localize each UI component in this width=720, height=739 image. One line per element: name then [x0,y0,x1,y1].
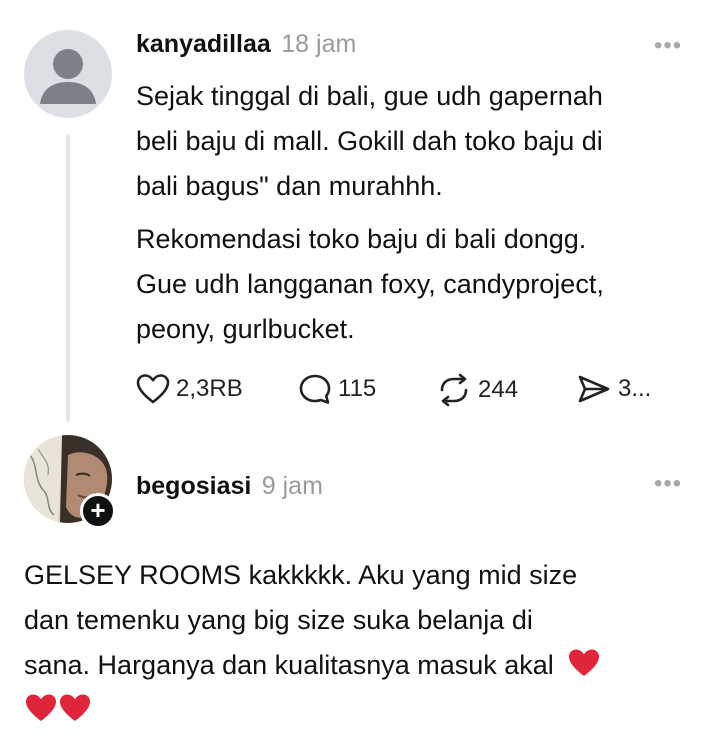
post-header: kanyadillaa 18 jam [136,30,356,59]
timestamp: 9 jam [261,472,323,500]
post-line: Gue udh langganan foxy, candyproject, [136,269,604,299]
default-avatar-icon [40,49,96,104]
post-line: peony, gurlbucket. [136,314,355,344]
more-options-icon[interactable]: ••• [654,470,682,498]
like-button[interactable]: 2,3RB [136,373,243,405]
repost-arrows-icon [440,373,468,407]
heart-outline-icon [136,374,170,404]
thread-line [66,134,70,422]
share-count: 3... [618,375,652,402]
comment-button[interactable]: 115 [298,373,376,405]
post-line: Rekomendasi toko baju di bali dongg. [136,224,587,254]
reply-line-3: sana. Harganya dan kualitasnya masuk aka… [24,643,704,688]
speech-bubble-icon [299,374,331,404]
like-count: 2,3RB [176,375,243,402]
reply-line: GELSEY ROOMS kakkkkk. Aku yang mid size [24,560,578,590]
share-button[interactable]: 3... [576,373,651,405]
avatar[interactable] [24,30,112,118]
red-heart-emoji [569,649,600,676]
comment-count: 115 [338,375,377,402]
repost-button[interactable]: 244 [436,373,518,407]
post-line: Sejak tinggal di bali, gue udh gapernah [136,81,603,111]
send-icon [578,375,610,403]
reply-text: GELSEY ROOMS kakkkkk. Aku yang mid size … [24,553,704,733]
post-line: beli baju di mall. Gokill dah toko baju … [136,126,603,156]
follow-plus-button[interactable]: + [80,493,116,529]
timestamp: 18 jam [281,30,357,58]
username[interactable]: kanyadillaa [136,30,271,58]
reply-emoji-line [24,688,704,733]
red-heart-emoji [26,694,56,721]
repost-count: 244 [478,376,519,403]
post-line: bali bagus" dan murahhh. [136,171,443,201]
more-options-icon[interactable]: ••• [654,32,682,60]
post-text: Sejak tinggal di bali, gue udh gapernah … [136,74,696,209]
red-heart-emoji [60,694,90,721]
reply-header: begosiasi 9 jam [136,472,323,501]
username[interactable]: begosiasi [136,472,251,500]
reply-line-text: sana. Harganya dan kualitasnya masuk aka… [24,650,554,680]
reply-line: dan temenku yang big size suka belanja d… [24,605,533,635]
post-text-2: Rekomendasi toko baju di bali dongg. Gue… [136,217,696,352]
